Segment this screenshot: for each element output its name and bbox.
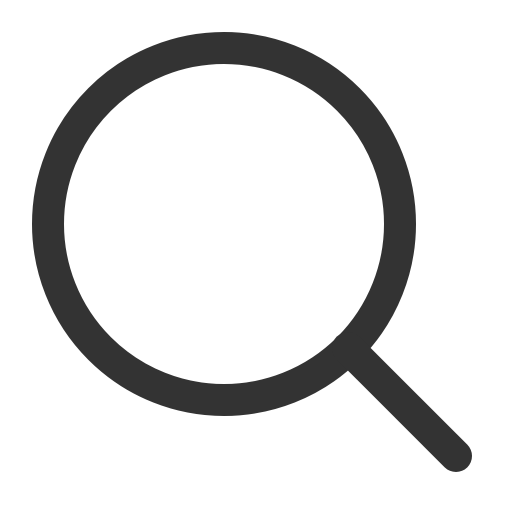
search-icon-svg (32, 32, 472, 472)
magnifier-handle (332, 332, 472, 472)
search-icon (0, 0, 512, 512)
icon-canvas (0, 0, 512, 512)
